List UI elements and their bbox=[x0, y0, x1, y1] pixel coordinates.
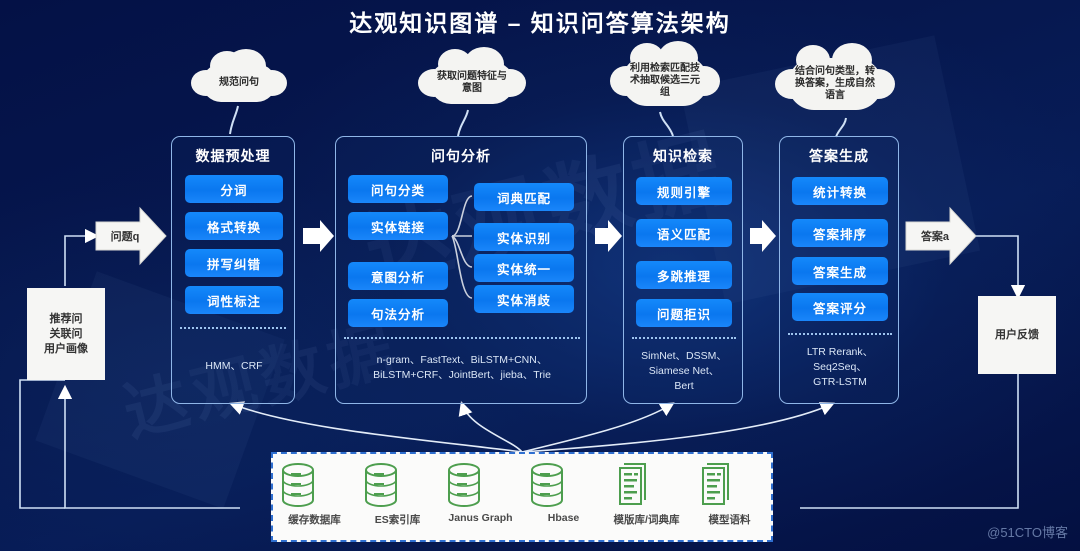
chip-spelling-correction[interactable]: 拼写纠错 bbox=[185, 249, 283, 277]
chip-entity-recognition[interactable]: 实体识别 bbox=[474, 223, 574, 251]
callout-text: 结合问句类型，转换答案，生成自然语言 bbox=[795, 66, 875, 101]
database-icon bbox=[364, 463, 397, 507]
chip-pos-tagging[interactable]: 词性标注 bbox=[185, 286, 283, 314]
panel-question-analysis: 问句分析 问句分类 实体链接 意图分析 句法分析 词典匹配 实体识别 实体统一 … bbox=[335, 136, 587, 404]
callout-text: 获取问题特征与意图 bbox=[437, 71, 507, 94]
chip-answer-scoring[interactable]: 答案评分 bbox=[792, 293, 888, 321]
input-arrow-label: 问题q bbox=[110, 231, 140, 243]
panel-knowledge-retrieval: 知识检索 规则引擎 语义匹配 多跳推理 问题拒识 SimNet、DSSM、 Si… bbox=[623, 136, 743, 404]
chip-format-conversion[interactable]: 格式转换 bbox=[185, 212, 283, 240]
panel-data-preprocessing: 数据预处理 分词 格式转换 拼写纠错 词性标注 HMM、CRF bbox=[171, 136, 295, 404]
storage-item[interactable]: 模版库/词典库 bbox=[608, 460, 686, 527]
panel-footer-line-3: GTR-LSTM bbox=[813, 376, 867, 388]
page-title: 达观知识图谱 – 知识问答算法架构 bbox=[349, 10, 731, 36]
panel-footer-line-3: Bert bbox=[674, 380, 694, 392]
panel-title: 问句分析 bbox=[431, 148, 491, 164]
chip-entity-disambiguation[interactable]: 实体消歧 bbox=[474, 285, 574, 313]
panel-divider bbox=[788, 333, 892, 335]
storage-panel: 缓存数据库 ES索引库 Janus Graph Hbase 模版库/词典库 模型… bbox=[271, 452, 773, 542]
chip-question-rejection[interactable]: 问题拒识 bbox=[636, 299, 732, 327]
callout-bubble-3: 利用检索匹配技术抽取候选三元组 bbox=[610, 41, 720, 106]
database-icon bbox=[281, 463, 314, 507]
recommendation-box: 推荐问 关联问 用户画像 bbox=[27, 288, 105, 380]
storage-item[interactable]: 缓存数据库 bbox=[276, 460, 354, 527]
chip-entity-linking[interactable]: 实体链接 bbox=[348, 212, 448, 240]
chip-answer-generation[interactable]: 答案生成 bbox=[792, 257, 888, 285]
cloud-puff bbox=[257, 70, 287, 96]
panel-footer-line-2: Siamese Net、 bbox=[648, 365, 720, 377]
callout-bubble-4: 结合问句类型，转换答案，生成自然语言 bbox=[775, 43, 895, 110]
storage-label: 模版库/词典库 bbox=[613, 514, 680, 526]
panel-title: 答案生成 bbox=[809, 148, 869, 164]
storage-item[interactable]: 模型语料 bbox=[691, 460, 769, 527]
storage-label: Janus Graph bbox=[448, 512, 513, 524]
recommendation-line-3: 用户画像 bbox=[44, 342, 88, 355]
user-feedback-label: 用户反馈 bbox=[995, 328, 1039, 341]
storage-item[interactable]: ES索引库 bbox=[359, 460, 437, 527]
panel-footer-line-2: BiLSTM+CRF、JointBert、jieba、Trie bbox=[373, 369, 551, 381]
callout-bubble-2: 获取问题特征与意图 bbox=[418, 47, 526, 104]
panel-footer: HMM、CRF bbox=[205, 360, 263, 372]
chip-statistical-conversion[interactable]: 统计转换 bbox=[792, 177, 888, 205]
chip-syntax-analysis[interactable]: 句法分析 bbox=[348, 299, 448, 327]
chip-intent-analysis[interactable]: 意图分析 bbox=[348, 262, 448, 290]
chip-answer-ranking[interactable]: 答案排序 bbox=[792, 219, 888, 247]
output-arrow-label: 答案a bbox=[920, 231, 950, 243]
chip-question-classification[interactable]: 问句分类 bbox=[348, 175, 448, 203]
diagram-canvas: 达观数据 达观数据 达观知识图谱 – 知识问答算法架构 bbox=[0, 0, 1080, 551]
document-icon bbox=[701, 463, 729, 505]
panel-footer-line-2: Seq2Seq、 bbox=[813, 361, 867, 373]
chip-word-segmentation[interactable]: 分词 bbox=[185, 175, 283, 203]
panel-divider bbox=[180, 327, 286, 329]
storage-label: ES索引库 bbox=[374, 514, 421, 526]
panel-title: 数据预处理 bbox=[195, 148, 271, 164]
panel-footer-line-1: SimNet、DSSM、 bbox=[641, 350, 727, 362]
chip-entity-unification[interactable]: 实体统一 bbox=[474, 254, 574, 282]
callout-text: 规范问句 bbox=[219, 77, 259, 88]
recommendation-line-2: 关联问 bbox=[49, 327, 83, 340]
chip-multi-hop-reasoning[interactable]: 多跳推理 bbox=[636, 261, 732, 289]
panel-title: 知识检索 bbox=[653, 148, 713, 164]
panel-footer-line-1: n-gram、FastText、BiLSTM+CNN、 bbox=[376, 354, 548, 366]
chip-semantic-matching[interactable]: 语义匹配 bbox=[636, 219, 732, 247]
cloud-puff bbox=[191, 70, 221, 96]
callout-text: 利用检索匹配技术抽取候选三元组 bbox=[630, 63, 700, 98]
panel-divider bbox=[344, 337, 580, 339]
chip-rule-engine[interactable]: 规则引擎 bbox=[636, 177, 732, 205]
callout-bubble-1: 规范问句 bbox=[191, 49, 287, 102]
storage-label: Hbase bbox=[547, 512, 580, 524]
database-icon bbox=[447, 463, 480, 507]
storage-label: 模型语料 bbox=[708, 514, 751, 526]
storage-item[interactable]: Janus Graph bbox=[442, 460, 520, 524]
storage-item[interactable]: Hbase bbox=[525, 460, 603, 524]
panel-footer-line-1: LTR Rerank、 bbox=[806, 346, 874, 358]
panel-answer-generation: 答案生成 统计转换 答案排序 答案生成 答案评分 LTR Rerank、 Seq… bbox=[779, 136, 899, 404]
document-icon bbox=[618, 463, 646, 505]
panel-divider bbox=[632, 337, 736, 339]
storage-label: 缓存数据库 bbox=[288, 514, 341, 526]
user-feedback-box: 用户反馈 bbox=[978, 296, 1056, 374]
site-watermark: @51CTO博客 bbox=[987, 525, 1068, 540]
recommendation-line-1: 推荐问 bbox=[49, 312, 83, 325]
database-icon bbox=[530, 463, 563, 507]
chip-dictionary-matching[interactable]: 词典匹配 bbox=[474, 183, 574, 211]
